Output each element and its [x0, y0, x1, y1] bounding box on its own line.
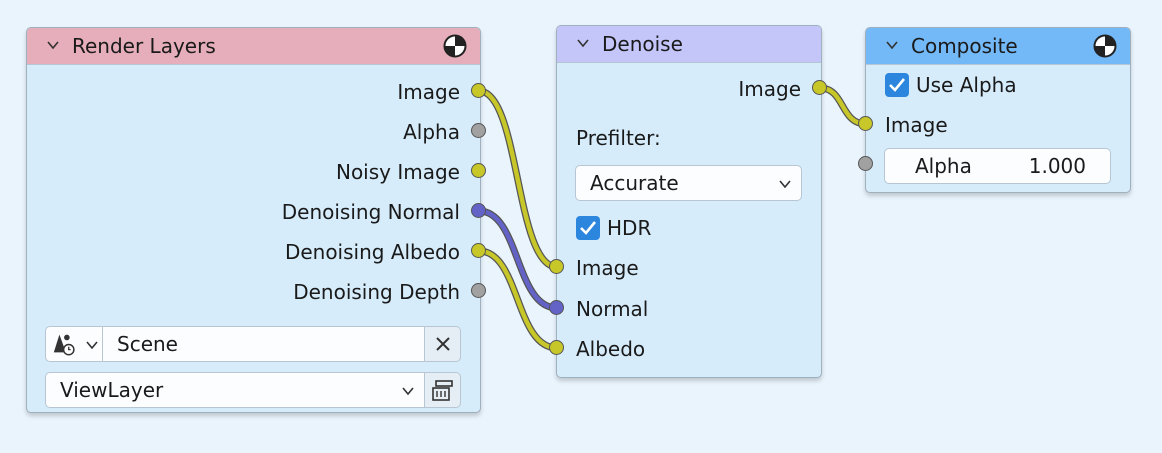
- scene-icon: [53, 334, 75, 356]
- output-alpha: Alpha: [403, 120, 460, 144]
- composite-icon: [1093, 34, 1117, 58]
- prefilter-value: Accurate: [590, 171, 679, 195]
- node-title: Render Layers: [72, 34, 216, 58]
- alpha-label: Alpha: [915, 154, 972, 178]
- link-image-to-denoise-image: [475, 87, 561, 271]
- socket-image-out[interactable]: [471, 83, 486, 98]
- chevron-down-icon: [779, 180, 791, 188]
- view-layer-value: ViewLayer: [60, 378, 164, 402]
- output-noisy-image: Noisy Image: [335, 160, 460, 184]
- prefilter-label: Prefilter:: [576, 126, 661, 150]
- checkmark-icon: [889, 78, 906, 92]
- socket-denoising-depth-out[interactable]: [471, 283, 486, 298]
- socket-alpha-out[interactable]: [471, 123, 486, 138]
- socket-noisy-image-out[interactable]: [471, 163, 486, 178]
- denoise-output-image: Image: [738, 77, 801, 101]
- socket-denoise-image-in[interactable]: [549, 259, 564, 274]
- socket-denoise-image-out[interactable]: [812, 80, 827, 95]
- denoise-input-image: Image: [576, 256, 639, 280]
- hdr-checkbox[interactable]: [576, 216, 600, 240]
- node-title: Denoise: [602, 32, 683, 56]
- close-icon: [436, 337, 450, 351]
- chevron-down-icon: [86, 341, 98, 349]
- composite-node[interactable]: Composite Use Alpha Image Alpha 1.000: [865, 27, 1131, 193]
- chevron-down-icon[interactable]: [886, 40, 898, 50]
- chevron-down-icon[interactable]: [47, 40, 59, 50]
- checkmark-icon: [580, 221, 597, 235]
- socket-denoise-normal-in[interactable]: [549, 300, 564, 315]
- render-layers-header[interactable]: Render Layers: [27, 28, 480, 65]
- scene-unlink-button[interactable]: [424, 326, 461, 362]
- chevron-down-icon: [402, 387, 414, 395]
- view-layer-dropdown[interactable]: ViewLayer: [45, 372, 425, 408]
- socket-composite-alpha-in[interactable]: [858, 156, 873, 171]
- denoise-node[interactable]: Denoise Image Prefilter: Accurate HDR Im…: [556, 25, 822, 378]
- socket-denoising-normal-out[interactable]: [471, 203, 486, 218]
- denoise-input-normal: Normal: [576, 297, 649, 321]
- scene-type-selector[interactable]: [45, 326, 103, 362]
- socket-composite-image-in[interactable]: [858, 116, 873, 131]
- render-layer-button[interactable]: [424, 372, 461, 408]
- socket-denoise-albedo-in[interactable]: [549, 340, 564, 355]
- denoise-header[interactable]: Denoise: [557, 26, 821, 63]
- output-denoising-depth: Denoising Depth: [293, 280, 460, 304]
- render-layer-icon: [432, 380, 453, 401]
- denoise-input-albedo: Albedo: [576, 337, 646, 361]
- alpha-value: 1.000: [1028, 154, 1086, 178]
- chevron-down-icon[interactable]: [577, 38, 589, 48]
- render-layers-node[interactable]: Render Layers Image Alpha Noisy Image De…: [26, 27, 481, 413]
- composite-input-image: Image: [885, 113, 948, 137]
- output-denoising-albedo: Denoising Albedo: [284, 240, 460, 264]
- scene-value: Scene: [117, 332, 178, 356]
- socket-denoising-albedo-out[interactable]: [471, 243, 486, 258]
- hdr-label: HDR: [607, 216, 652, 240]
- use-alpha-label: Use Alpha: [916, 73, 1017, 97]
- composite-icon: [443, 34, 467, 58]
- composite-header[interactable]: Composite: [866, 28, 1130, 65]
- output-denoising-normal: Denoising Normal: [281, 200, 460, 224]
- scene-field[interactable]: Scene: [102, 326, 425, 362]
- prefilter-dropdown[interactable]: Accurate: [575, 165, 802, 201]
- link-normal-to-denoise-normal: [475, 207, 561, 312]
- output-image: Image: [397, 80, 460, 104]
- alpha-field[interactable]: Alpha 1.000: [884, 148, 1111, 184]
- node-title: Composite: [911, 34, 1018, 58]
- use-alpha-checkbox[interactable]: [885, 73, 909, 97]
- link-albedo-to-denoise-albedo: [475, 247, 561, 352]
